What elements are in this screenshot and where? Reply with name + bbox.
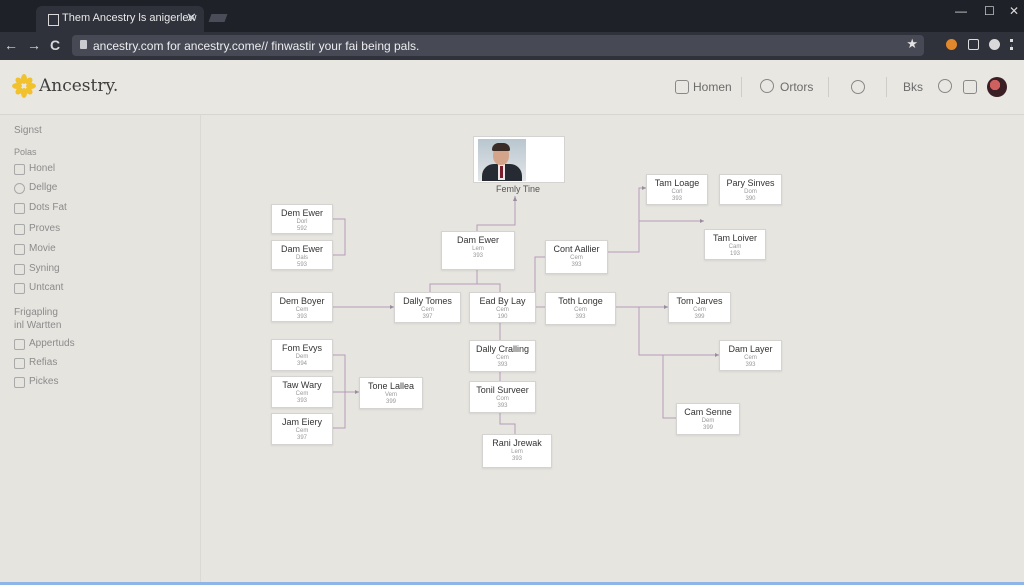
person-year: 399 [694,314,705,320]
photo-hair [492,143,510,151]
person-card[interactable]: Jam Eiery Cem 397 [271,413,333,445]
person-name: Dam Ewer [280,244,323,254]
person-relation: Dom [744,189,757,195]
person-card[interactable]: Tonil Surveer Com 393 [469,381,536,413]
person-card[interactable]: Tam Loage Corl 393 [646,174,708,205]
person-relation: Cem [421,307,434,313]
profile-photo [478,139,526,181]
person-card[interactable]: Dam Ewer Lem 393 [441,231,515,270]
person-relation: Vem [384,392,397,398]
person-card[interactable]: Rani Jrewak Lem 393 [482,434,552,468]
person-name: Ead By Lay [479,296,526,306]
person-card[interactable]: Taw Wary Cem 393 [271,376,333,408]
person-card[interactable]: Dem Ewer Dorl 592 [271,204,333,234]
person-relation: Cem [295,307,309,313]
person-relation: Cem [496,355,509,361]
person-relation: Dorl [296,219,308,225]
person-year: 393 [497,362,508,368]
person-card[interactable]: Tam Loiver Cam 193 [704,229,766,260]
person-name: Taw Wary [282,380,322,390]
person-name: Tonil Surveer [476,385,529,395]
person-relation: Com [496,396,509,402]
person-relation: Cem [295,428,309,434]
person-card[interactable]: Dally Tomes Cem 397 [394,292,461,323]
person-card[interactable]: Tom Jarves Cem 399 [668,292,731,323]
person-relation: Cam [728,244,742,250]
person-name: Dam Ewer [456,235,499,245]
person-year: 393 [745,362,756,368]
person-card[interactable]: Dally Cralling Cem 393 [469,340,536,372]
root-person-card[interactable] [473,136,565,183]
person-year: 393 [511,456,522,462]
person-year: 393 [296,398,307,404]
person-card[interactable]: Cont Aallier Cem 393 [545,240,608,274]
person-card[interactable]: Dam Layer Cem 393 [719,340,782,371]
person-card[interactable]: Dam Ewer Dals 593 [271,240,333,270]
person-relation: Dem [701,418,715,424]
person-year: 397 [296,435,307,441]
person-card[interactable]: Pary Sinves Dom 390 [719,174,782,205]
person-year: 393 [497,403,508,409]
person-relation: Lem [511,449,523,455]
person-year: 193 [729,251,740,257]
person-year: 399 [702,425,713,431]
person-name: Rani Jrewak [492,438,542,448]
person-relation: Dals [295,255,308,261]
person-year: 390 [745,196,756,202]
person-year: 393 [571,262,582,268]
person-relation: Cem [570,255,583,261]
person-name: Cam Senne [684,407,732,417]
photo-tie [500,166,503,178]
person-name: Dem Ewer [280,208,323,218]
person-card[interactable]: Ead By Lay Cem 190 [469,292,536,323]
person-name: Cont Aallier [553,244,600,254]
person-year: 393 [575,314,586,320]
person-card[interactable]: Tone Lallea Vem 399 [359,377,423,409]
person-name: Dally Tomes [403,296,452,306]
person-card[interactable]: Dem Boyer Cem 393 [271,292,333,322]
person-year: 393 [296,314,307,320]
person-year: 592 [296,226,307,232]
person-year: 394 [296,361,307,367]
root-label: Femly Tine [495,184,540,194]
person-relation: Lem [472,246,484,252]
person-relation: Cem [295,391,309,397]
person-name: Tom Jarves [676,296,723,306]
person-name: Toth Longe [558,296,603,306]
person-year: 393 [671,196,682,202]
person-relation: Cem [693,307,706,313]
person-year: 393 [472,253,483,259]
person-relation: Cem [574,307,587,313]
person-relation: Cem [744,355,757,361]
person-year: 593 [296,262,307,268]
person-name: Dally Cralling [475,344,529,354]
person-card[interactable]: Toth Longe Cem 393 [545,292,616,325]
person-year: 399 [385,399,396,405]
person-name: Pary Sinves [726,178,775,188]
person-name: Dam Layer [728,344,773,354]
person-year: 190 [497,314,508,320]
person-relation: Cem [496,307,509,313]
person-name: Fom Evys [281,343,322,353]
person-name: Tam Loiver [712,233,757,243]
person-card[interactable]: Fom Evys Dem 394 [271,339,333,371]
person-name: Jam Eiery [281,417,322,427]
person-relation: Corl [671,189,683,195]
person-name: Dem Boyer [279,296,325,306]
person-year: 397 [422,314,433,320]
person-card[interactable]: Cam Senne Dem 399 [676,403,740,435]
person-relation: Dem [295,354,309,360]
person-name: Tone Lallea [367,381,415,391]
person-name: Tam Loage [654,178,700,188]
